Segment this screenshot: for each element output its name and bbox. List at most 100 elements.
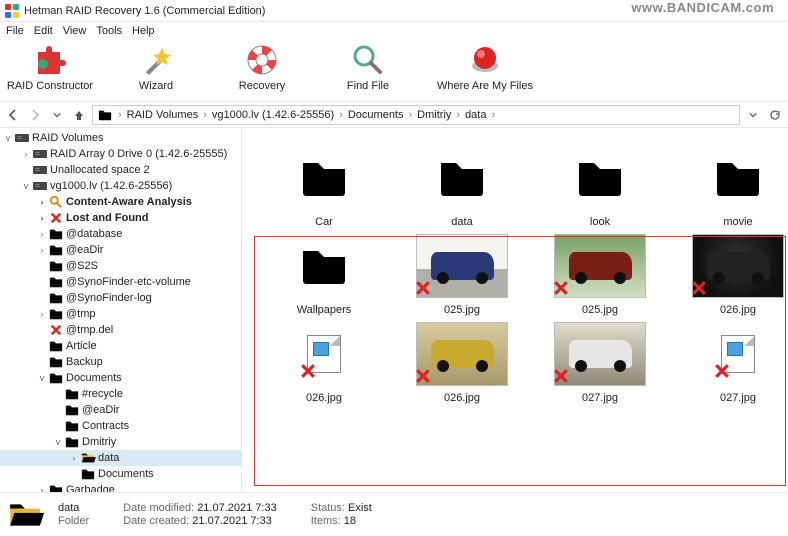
tree-item[interactable]: ›data bbox=[0, 450, 241, 466]
item-label: 026.jpg bbox=[306, 392, 342, 404]
item-label: 027.jpg bbox=[720, 392, 756, 404]
menu-item-help[interactable]: Help bbox=[132, 25, 155, 37]
item-label: 025.jpg bbox=[444, 304, 480, 316]
twisty-icon[interactable]: › bbox=[36, 309, 48, 319]
nav-back-button[interactable] bbox=[4, 106, 22, 124]
status-status: Exist bbox=[348, 502, 372, 514]
tree-item[interactable]: @eaDir bbox=[0, 402, 241, 418]
twisty-icon[interactable]: › bbox=[36, 245, 48, 255]
twisty-icon[interactable]: › bbox=[36, 197, 48, 207]
tree-item[interactable]: Unallocated space 2 bbox=[0, 162, 241, 178]
twisty-icon[interactable]: v bbox=[2, 133, 14, 143]
twisty-icon[interactable]: v bbox=[20, 181, 32, 191]
tree-item[interactable]: ›Garbadge bbox=[0, 482, 241, 492]
twisty-icon[interactable]: › bbox=[36, 229, 48, 239]
tree-item[interactable]: Backup bbox=[0, 354, 241, 370]
tree-item[interactable]: › Content-Aware Analysis bbox=[0, 194, 241, 210]
file-item[interactable]: 027.jpg bbox=[674, 322, 788, 404]
tree-item[interactable]: vDmitriy bbox=[0, 434, 241, 450]
file-item[interactable]: 025.jpg bbox=[536, 234, 664, 316]
address-bar: ›RAID Volumes›vg1000.lv (1.42.6-25556)›D… bbox=[0, 102, 788, 128]
window-title: Hetman RAID Recovery 1.6 (Commercial Edi… bbox=[24, 5, 265, 17]
chevron-right-icon: › bbox=[117, 109, 123, 121]
menu-item-edit[interactable]: Edit bbox=[34, 25, 53, 37]
chevron-down-icon[interactable] bbox=[744, 106, 762, 124]
file-item[interactable]: 026.jpg bbox=[398, 322, 526, 404]
menu-item-file[interactable]: File bbox=[6, 25, 24, 37]
twisty-icon[interactable]: › bbox=[36, 485, 48, 492]
folder-item[interactable]: data bbox=[398, 146, 526, 228]
twisty-icon[interactable]: v bbox=[36, 373, 48, 383]
toolbar-label: Find File bbox=[347, 80, 389, 92]
deleted-icon bbox=[714, 363, 730, 382]
folder-icon bbox=[48, 355, 64, 369]
file-item[interactable]: 027.jpg bbox=[536, 322, 664, 404]
tree-label: @database bbox=[66, 228, 122, 240]
folder-tree[interactable]: vRAID Volumes›RAID Array 0 Drive 0 (1.42… bbox=[0, 128, 242, 492]
item-label: 026.jpg bbox=[720, 304, 756, 316]
tree-item[interactable]: vDocuments bbox=[0, 370, 241, 386]
twisty-icon[interactable]: › bbox=[20, 149, 32, 159]
file-pane[interactable]: Car data look movie Wallpapers 025.jpg 025.jpg… bbox=[242, 128, 788, 492]
watermark: www.BANDICAM.com bbox=[631, 0, 774, 15]
breadcrumb-segment[interactable]: Dmitriy bbox=[415, 109, 453, 121]
tree-label: @tmp bbox=[66, 308, 96, 320]
item-label: look bbox=[590, 216, 610, 228]
breadcrumb-segment[interactable]: data bbox=[463, 109, 488, 121]
tree-root[interactable]: vRAID Volumes bbox=[0, 130, 241, 146]
tree-item[interactable]: @S2S bbox=[0, 258, 241, 274]
tree-item[interactable]: vvg1000.lv (1.42.6-25556) bbox=[0, 178, 241, 194]
tree-item[interactable]: Documents bbox=[0, 466, 241, 482]
tree-item[interactable]: Contracts bbox=[0, 418, 241, 434]
tree-item[interactable]: › @tmp bbox=[0, 306, 241, 322]
tree-label: Article bbox=[66, 340, 97, 352]
breadcrumb-segment[interactable]: Documents bbox=[346, 109, 406, 121]
recovery-button[interactable]: Recovery bbox=[218, 42, 306, 92]
tree-label: Contracts bbox=[82, 420, 129, 432]
app-icon bbox=[4, 3, 20, 19]
tree-item[interactable]: ›RAID Array 0 Drive 0 (1.42.6-25555) bbox=[0, 146, 241, 162]
menu-item-tools[interactable]: Tools bbox=[96, 25, 122, 37]
breadcrumb-segment[interactable]: vg1000.lv (1.42.6-25556) bbox=[210, 109, 336, 121]
breadcrumb[interactable]: ›RAID Volumes›vg1000.lv (1.42.6-25556)›D… bbox=[92, 105, 740, 125]
refresh-icon[interactable] bbox=[766, 106, 784, 124]
file-item[interactable]: 025.jpg bbox=[398, 234, 526, 316]
folder-item[interactable]: Wallpapers bbox=[260, 234, 388, 316]
chevron-right-icon: › bbox=[490, 109, 496, 121]
nav-forward-button[interactable] bbox=[26, 106, 44, 124]
drive-icon bbox=[32, 163, 48, 177]
twisty-icon[interactable]: v bbox=[52, 437, 64, 447]
folder-item[interactable]: movie bbox=[674, 146, 788, 228]
tree-item[interactable]: › @database bbox=[0, 226, 241, 242]
tree-label: Content-Aware Analysis bbox=[66, 196, 192, 208]
menu-item-view[interactable]: View bbox=[63, 25, 87, 37]
tree-item[interactable]: @tmp.del bbox=[0, 322, 241, 338]
status-created-label: Date created: bbox=[123, 515, 189, 527]
raid-constructor-button[interactable]: RAID Constructor bbox=[6, 42, 94, 92]
wizard-button[interactable]: Wizard bbox=[112, 42, 200, 92]
lifebuoy-icon bbox=[244, 42, 280, 78]
chevron-right-icon: › bbox=[408, 109, 414, 121]
twisty-icon[interactable]: › bbox=[36, 213, 48, 223]
file-item[interactable]: 026.jpg bbox=[674, 234, 788, 316]
breadcrumb-segment[interactable]: RAID Volumes bbox=[125, 109, 201, 121]
tree-item[interactable]: #recycle bbox=[0, 386, 241, 402]
tree-item[interactable]: Article bbox=[0, 338, 241, 354]
find-file-button[interactable]: Find File bbox=[324, 42, 412, 92]
nav-up-button[interactable] bbox=[70, 106, 88, 124]
where-are-my-files-button[interactable]: Where Are My Files bbox=[430, 42, 540, 92]
item-label: 027.jpg bbox=[582, 392, 618, 404]
folder-item[interactable]: look bbox=[536, 146, 664, 228]
puzzle-icon bbox=[32, 42, 68, 78]
tree-item[interactable]: ›@eaDir bbox=[0, 242, 241, 258]
chevron-right-icon: › bbox=[202, 109, 208, 121]
file-item[interactable]: 026.jpg bbox=[260, 322, 388, 404]
item-label: data bbox=[451, 216, 472, 228]
folder-item[interactable]: Car bbox=[260, 146, 388, 228]
folder-icon bbox=[48, 483, 64, 492]
tree-item[interactable]: @SynoFinder-etc-volume bbox=[0, 274, 241, 290]
tree-item[interactable]: @SynoFinder-log bbox=[0, 290, 241, 306]
tree-item[interactable]: ›Lost and Found bbox=[0, 210, 241, 226]
twisty-icon[interactable]: › bbox=[68, 453, 80, 463]
chevron-down-icon[interactable] bbox=[48, 106, 66, 124]
